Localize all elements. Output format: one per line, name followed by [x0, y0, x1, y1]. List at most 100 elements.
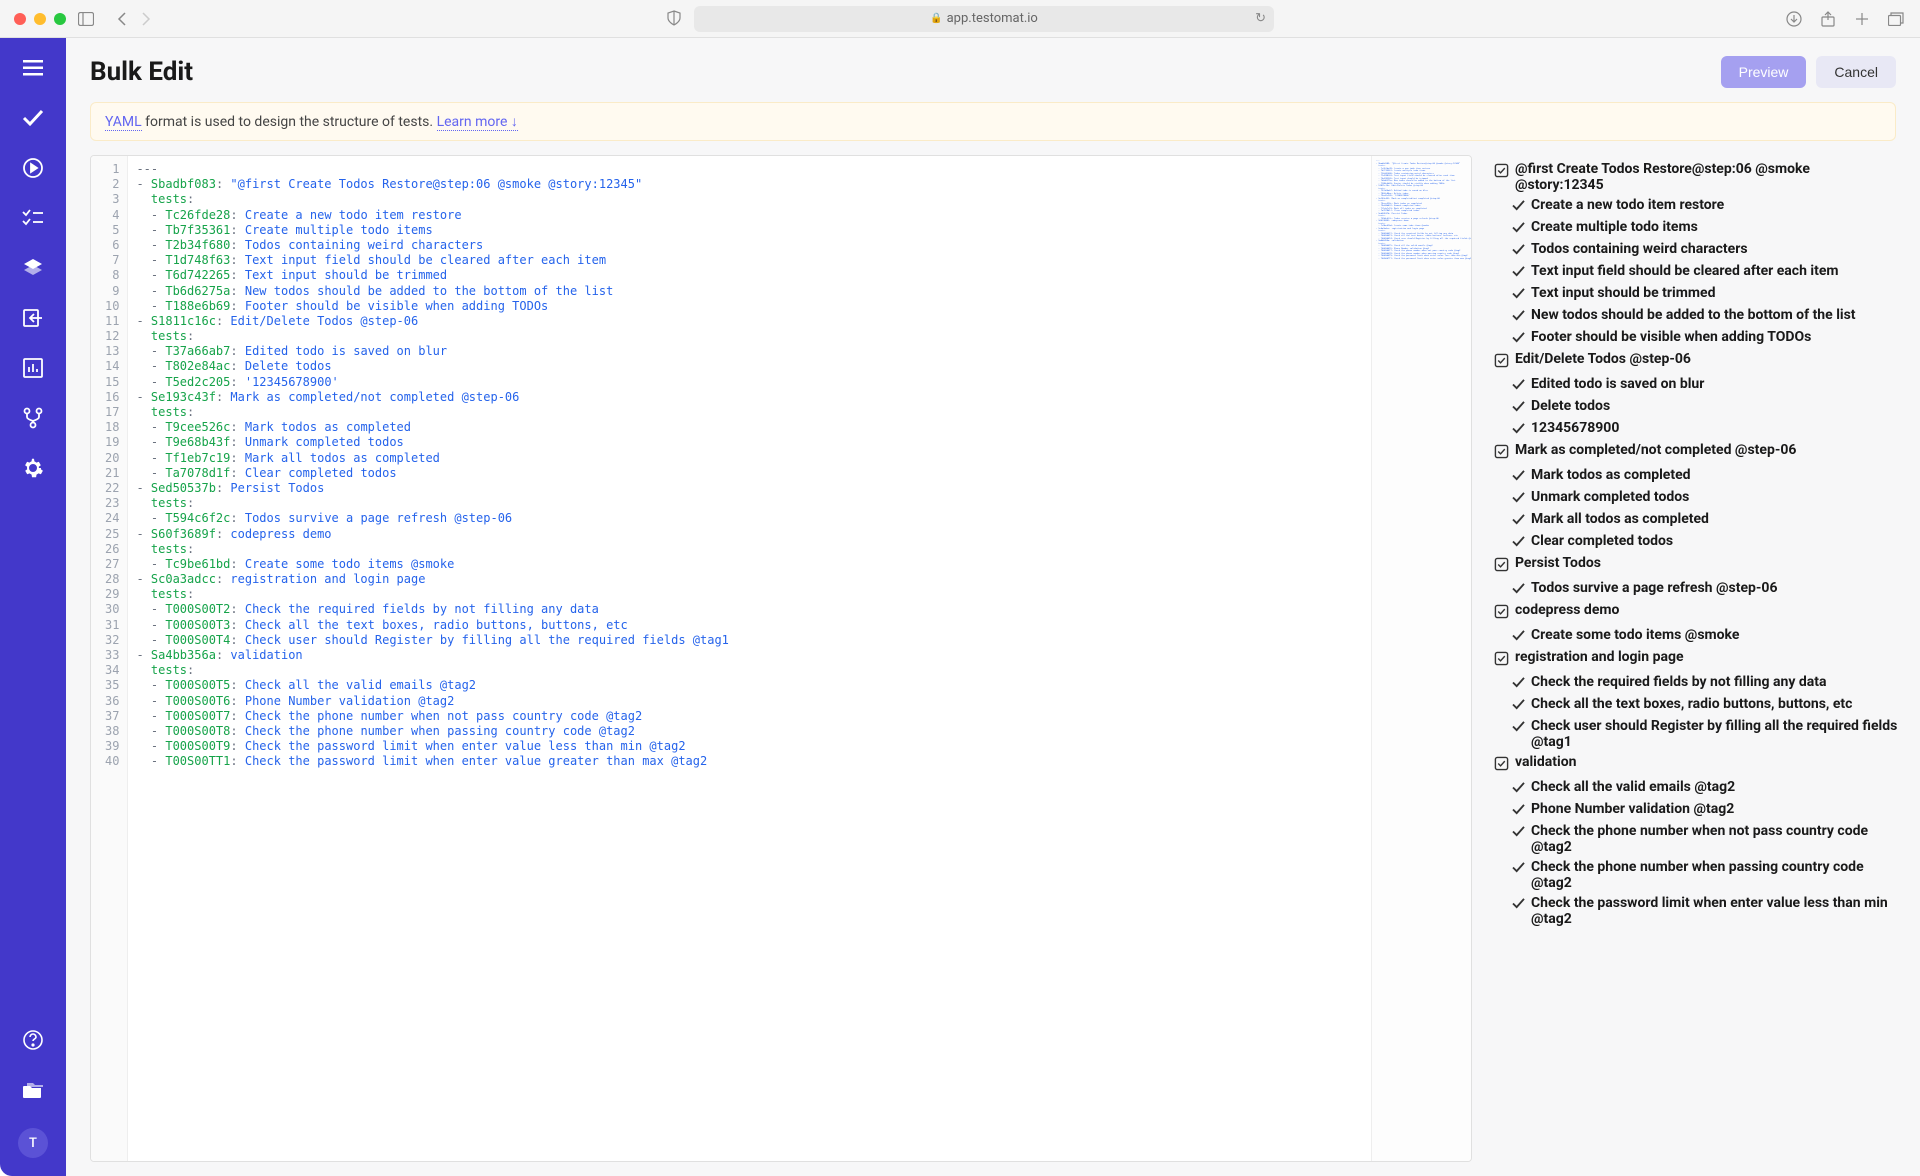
- code-line[interactable]: - Sed50537b: Persist Todos: [136, 481, 1463, 496]
- play-icon[interactable]: [21, 156, 45, 180]
- preview-test[interactable]: Unmark completed todos: [1494, 487, 1898, 509]
- code-line[interactable]: - T000S00T7: Check the phone number when…: [136, 709, 1463, 724]
- code-line[interactable]: - Ta7078d1f: Clear completed todos: [136, 466, 1463, 481]
- help-icon[interactable]: [21, 1028, 45, 1052]
- preview-test[interactable]: Mark todos as completed: [1494, 465, 1898, 487]
- preview-test[interactable]: Create some todo items @smoke: [1494, 625, 1898, 647]
- check-icon[interactable]: [21, 106, 45, 130]
- preview-suite[interactable]: codepress demo: [1494, 600, 1898, 625]
- url-bar[interactable]: 🔒 app.testomat.io ↻: [694, 6, 1274, 32]
- code-line[interactable]: tests:: [136, 663, 1463, 678]
- preview-suite[interactable]: Mark as completed/not completed @step-06: [1494, 440, 1898, 465]
- preview-test[interactable]: Todos containing weird characters: [1494, 239, 1898, 261]
- checklist-icon[interactable]: [21, 206, 45, 230]
- code-line[interactable]: tests:: [136, 587, 1463, 602]
- code-line[interactable]: - Tb6d6275a: New todos should be added t…: [136, 284, 1463, 299]
- code-line[interactable]: ---: [136, 162, 1463, 177]
- share-icon[interactable]: [1818, 9, 1838, 29]
- preview-test[interactable]: Create multiple todo items: [1494, 217, 1898, 239]
- code-line[interactable]: - T000S00T3: Check all the text boxes, r…: [136, 618, 1463, 633]
- minimize-window-icon[interactable]: [34, 13, 46, 25]
- branch-icon[interactable]: [21, 406, 45, 430]
- reload-icon[interactable]: ↻: [1255, 11, 1266, 26]
- code-line[interactable]: - Tc9be61bd: Create some todo items @smo…: [136, 557, 1463, 572]
- code-line[interactable]: tests:: [136, 496, 1463, 511]
- preview-test[interactable]: Phone Number validation @tag2: [1494, 799, 1898, 821]
- yaml-editor[interactable]: 1234567891011121314151617181920212223242…: [90, 155, 1472, 1162]
- code-line[interactable]: - T000S00T4: Check user should Register …: [136, 633, 1463, 648]
- back-icon[interactable]: [112, 9, 132, 29]
- preview-test[interactable]: Check all the valid emails @tag2: [1494, 777, 1898, 799]
- preview-test[interactable]: Check all the text boxes, radio buttons,…: [1494, 694, 1898, 716]
- preview-test[interactable]: Text input field should be cleared after…: [1494, 261, 1898, 283]
- code-line[interactable]: - T000S00T6: Phone Number validation @ta…: [136, 694, 1463, 709]
- preview-test[interactable]: Clear completed todos: [1494, 531, 1898, 553]
- shield-icon[interactable]: [666, 10, 684, 28]
- preview-test[interactable]: Footer should be visible when adding TOD…: [1494, 327, 1898, 349]
- code-line[interactable]: - T1d748f63: Text input field should be …: [136, 253, 1463, 268]
- code-area[interactable]: ---- Sbadbf083: "@first Create Todos Res…: [128, 156, 1471, 1161]
- code-line[interactable]: tests:: [136, 405, 1463, 420]
- code-line[interactable]: - S60f3689f: codepress demo: [136, 527, 1463, 542]
- preview-test[interactable]: Check the phone number when passing coun…: [1494, 857, 1898, 893]
- preview-suite[interactable]: validation: [1494, 752, 1898, 777]
- code-line[interactable]: - T594c6f2c: Todos survive a page refres…: [136, 511, 1463, 526]
- code-line[interactable]: - T000S00T8: Check the phone number when…: [136, 724, 1463, 739]
- cancel-button[interactable]: Cancel: [1816, 56, 1896, 88]
- minimap[interactable]: --- - Sbadbf083: "@first Create Todos Re…: [1371, 156, 1471, 1161]
- preview-test[interactable]: Check the required fields by not filling…: [1494, 672, 1898, 694]
- preview-suite[interactable]: registration and login page: [1494, 647, 1898, 672]
- preview-suite[interactable]: Persist Todos: [1494, 553, 1898, 578]
- code-line[interactable]: - Tb7f35361: Create multiple todo items: [136, 223, 1463, 238]
- avatar[interactable]: T: [18, 1128, 48, 1158]
- code-line[interactable]: - Se193c43f: Mark as completed/not compl…: [136, 390, 1463, 405]
- code-line[interactable]: - T2b34f680: Todos containing weird char…: [136, 238, 1463, 253]
- preview-test[interactable]: Mark all todos as completed: [1494, 509, 1898, 531]
- code-line[interactable]: - T000S00T2: Check the required fields b…: [136, 602, 1463, 617]
- forward-icon[interactable]: [136, 9, 156, 29]
- code-line[interactable]: - Tc26fde28: Create a new todo item rest…: [136, 208, 1463, 223]
- download-icon[interactable]: [1784, 9, 1804, 29]
- preview-test[interactable]: New todos should be added to the bottom …: [1494, 305, 1898, 327]
- code-line[interactable]: - Sc0a3adcc: registration and login page: [136, 572, 1463, 587]
- preview-test[interactable]: Create a new todo item restore: [1494, 195, 1898, 217]
- preview-suite[interactable]: @first Create Todos Restore@step:06 @smo…: [1494, 159, 1898, 195]
- code-line[interactable]: - T9e68b43f: Unmark completed todos: [136, 435, 1463, 450]
- preview-test[interactable]: Text input should be trimmed: [1494, 283, 1898, 305]
- preview-test[interactable]: Todos survive a page refresh @step-06: [1494, 578, 1898, 600]
- code-line[interactable]: - T188e6b69: Footer should be visible wh…: [136, 299, 1463, 314]
- close-window-icon[interactable]: [14, 13, 26, 25]
- code-line[interactable]: - T5ed2c205: '12345678900': [136, 375, 1463, 390]
- code-line[interactable]: - Sbadbf083: "@first Create Todos Restor…: [136, 177, 1463, 192]
- layers-icon[interactable]: [21, 256, 45, 280]
- code-line[interactable]: - T000S00T5: Check all the valid emails …: [136, 678, 1463, 693]
- code-line[interactable]: tests:: [136, 192, 1463, 207]
- code-line[interactable]: - T00S00TT1: Check the password limit wh…: [136, 754, 1463, 769]
- code-line[interactable]: - T000S00T9: Check the password limit wh…: [136, 739, 1463, 754]
- preview-test[interactable]: Check the phone number when not pass cou…: [1494, 821, 1898, 857]
- preview-test[interactable]: Check user should Register by filling al…: [1494, 716, 1898, 752]
- code-line[interactable]: - T9cee526c: Mark todos as completed: [136, 420, 1463, 435]
- preview-button[interactable]: Preview: [1721, 56, 1807, 88]
- new-tab-icon[interactable]: [1852, 9, 1872, 29]
- preview-test[interactable]: Check the password limit when enter valu…: [1494, 893, 1898, 929]
- code-line[interactable]: tests:: [136, 329, 1463, 344]
- menu-icon[interactable]: [21, 56, 45, 80]
- preview-test[interactable]: 12345678900: [1494, 418, 1898, 440]
- preview-test[interactable]: Edited todo is saved on blur: [1494, 374, 1898, 396]
- code-line[interactable]: - S1811c16c: Edit/Delete Todos @step-06: [136, 314, 1463, 329]
- code-line[interactable]: - Sa4bb356a: validation: [136, 648, 1463, 663]
- maximize-window-icon[interactable]: [54, 13, 66, 25]
- code-line[interactable]: - T37a66ab7: Edited todo is saved on blu…: [136, 344, 1463, 359]
- preview-test[interactable]: Delete todos: [1494, 396, 1898, 418]
- code-line[interactable]: tests:: [136, 542, 1463, 557]
- sidebar-toggle-icon[interactable]: [76, 9, 96, 29]
- gear-icon[interactable]: [21, 456, 45, 480]
- code-line[interactable]: - Tf1eb7c19: Mark all todos as completed: [136, 451, 1463, 466]
- analytics-icon[interactable]: [21, 356, 45, 380]
- code-line[interactable]: - T802e84ac: Delete todos: [136, 359, 1463, 374]
- preview-suite[interactable]: Edit/Delete Todos @step-06: [1494, 349, 1898, 374]
- learn-more-link[interactable]: Learn more ↓: [437, 114, 518, 131]
- folders-icon[interactable]: [21, 1078, 45, 1102]
- tabs-icon[interactable]: [1886, 9, 1906, 29]
